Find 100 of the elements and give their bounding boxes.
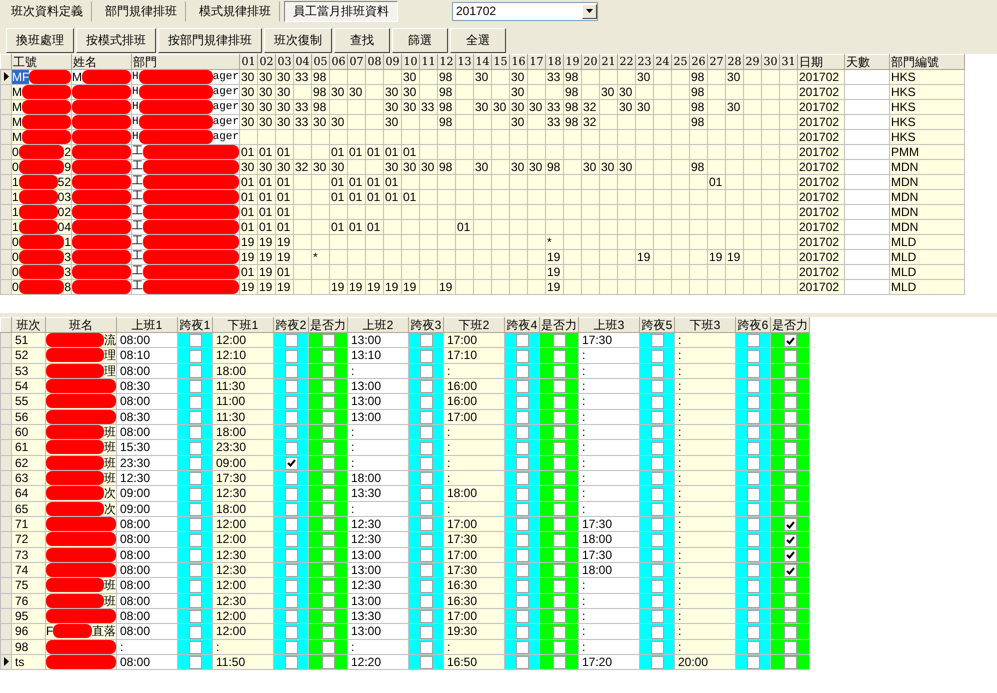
checkbox[interactable]	[284, 594, 298, 608]
checkbox[interactable]	[322, 396, 334, 408]
checkbox[interactable]	[322, 350, 334, 362]
checkbox[interactable]	[420, 380, 432, 393]
checkbox[interactable]	[784, 456, 796, 470]
checkbox[interactable]	[650, 594, 664, 608]
checkbox[interactable]	[322, 410, 334, 424]
checkbox[interactable]	[322, 334, 334, 347]
checkbox[interactable]	[516, 472, 528, 485]
checkbox[interactable]	[420, 488, 432, 500]
checkbox[interactable]	[650, 456, 664, 470]
checkbox[interactable]	[552, 626, 566, 638]
checkbox[interactable]	[650, 426, 664, 439]
checkbox[interactable]	[284, 610, 298, 623]
checkbox[interactable]	[420, 656, 432, 669]
checkbox[interactable]	[746, 380, 760, 393]
checkbox[interactable]	[516, 640, 528, 654]
checkbox[interactable]	[746, 364, 760, 378]
checkbox[interactable]	[322, 610, 334, 623]
checkbox[interactable]	[784, 472, 796, 485]
checkbox[interactable]	[516, 334, 528, 347]
checkbox[interactable]	[746, 564, 760, 577]
checkbox[interactable]	[552, 410, 566, 424]
checkbox[interactable]	[322, 364, 334, 378]
checkbox[interactable]	[650, 564, 664, 577]
checkbox[interactable]	[188, 396, 202, 408]
checkbox[interactable]	[284, 380, 298, 393]
toolbar-button[interactable]: 篩選	[392, 28, 448, 53]
checkbox[interactable]	[784, 626, 796, 638]
checkbox[interactable]	[188, 594, 202, 608]
checkbox[interactable]	[322, 518, 334, 531]
checkbox[interactable]	[420, 334, 432, 347]
checkbox[interactable]	[420, 364, 432, 378]
checkbox[interactable]	[420, 580, 432, 592]
checkbox[interactable]	[784, 594, 796, 608]
checkbox[interactable]	[322, 534, 334, 546]
checkbox[interactable]	[284, 640, 298, 654]
checkbox[interactable]	[650, 640, 664, 654]
checkbox[interactable]	[746, 502, 760, 516]
checkbox[interactable]	[188, 442, 202, 454]
checkbox[interactable]	[516, 656, 528, 669]
month-dropdown[interactable]: 201702	[452, 2, 598, 20]
checkbox[interactable]	[284, 580, 298, 592]
checkbox[interactable]	[746, 626, 760, 638]
checkbox[interactable]	[552, 426, 566, 439]
checkbox[interactable]	[650, 334, 664, 347]
checkbox[interactable]	[516, 350, 528, 362]
toolbar-button[interactable]: 換班處理	[6, 28, 74, 53]
checkbox[interactable]	[516, 518, 528, 531]
checkbox[interactable]	[284, 626, 298, 638]
checkbox[interactable]	[322, 640, 334, 654]
checkbox[interactable]	[420, 456, 432, 470]
checkbox[interactable]	[552, 334, 566, 347]
checkbox[interactable]	[552, 640, 566, 654]
toolbar-button[interactable]: 按模式排班	[76, 28, 156, 53]
checkbox[interactable]	[420, 534, 432, 546]
checkbox[interactable]	[516, 380, 528, 393]
checkbox[interactable]	[784, 350, 796, 362]
checkbox[interactable]	[516, 456, 528, 470]
checkbox[interactable]	[746, 594, 760, 608]
checkbox[interactable]	[420, 548, 432, 562]
toolbar-button[interactable]: 查找	[334, 28, 390, 53]
checkbox[interactable]	[746, 426, 760, 439]
checkbox[interactable]	[188, 350, 202, 362]
checkbox[interactable]	[552, 610, 566, 623]
checkbox[interactable]	[188, 334, 202, 347]
checkbox[interactable]	[284, 442, 298, 454]
checkbox[interactable]	[516, 410, 528, 424]
checkbox[interactable]	[516, 534, 528, 546]
checkbox[interactable]	[188, 426, 202, 439]
checkbox[interactable]	[322, 594, 334, 608]
checkbox[interactable]	[552, 442, 566, 454]
checkbox[interactable]	[552, 548, 566, 562]
checkbox[interactable]	[650, 518, 664, 531]
checkbox[interactable]	[284, 548, 298, 562]
checkbox[interactable]	[552, 380, 566, 393]
checkbox[interactable]	[322, 456, 334, 470]
checkbox[interactable]	[552, 396, 566, 408]
checkbox[interactable]	[650, 442, 664, 454]
checkbox[interactable]	[188, 456, 202, 470]
checkbox[interactable]	[784, 640, 796, 654]
checkbox[interactable]	[420, 396, 432, 408]
checkbox[interactable]	[284, 364, 298, 378]
tab[interactable]: 班次資料定義	[2, 0, 92, 22]
checkbox[interactable]	[420, 472, 432, 485]
checkbox[interactable]	[784, 364, 796, 378]
checkbox[interactable]	[746, 334, 760, 347]
checkbox[interactable]	[746, 410, 760, 424]
checkbox[interactable]	[188, 548, 202, 562]
checkbox[interactable]	[188, 534, 202, 546]
checkbox[interactable]	[552, 350, 566, 362]
checkbox[interactable]	[322, 564, 334, 577]
checkbox[interactable]	[284, 410, 298, 424]
checkbox[interactable]	[284, 656, 298, 669]
checkbox[interactable]	[420, 626, 432, 638]
checkbox[interactable]	[784, 548, 796, 562]
checkbox[interactable]	[420, 502, 432, 516]
checkbox[interactable]	[552, 456, 566, 470]
checkbox[interactable]	[650, 472, 664, 485]
checkbox[interactable]	[784, 488, 796, 500]
